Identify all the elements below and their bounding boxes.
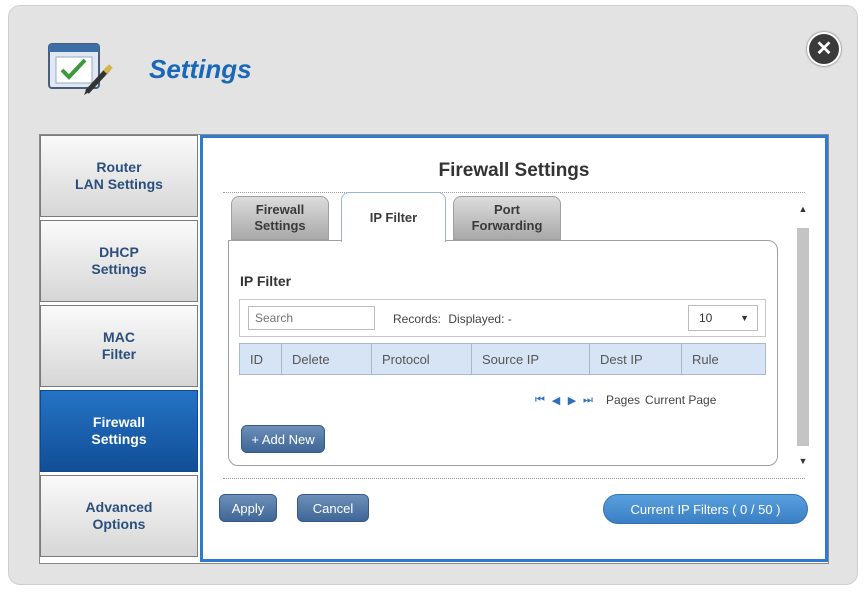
column-id[interactable]: ID bbox=[240, 344, 282, 374]
dialog-header: Settings ✕ bbox=[9, 6, 857, 126]
sidebar-item-advanced-options[interactable]: Advanced Options bbox=[40, 475, 198, 557]
pagination: ⏮ ◀ ▶ ⏭ Pages Current Page bbox=[532, 393, 716, 407]
table-toolbar: Records: Displayed: - 10 ▼ bbox=[239, 299, 766, 337]
sidebar-item-mac-filter[interactable]: MAC Filter bbox=[40, 305, 198, 387]
add-new-button[interactable]: + Add New bbox=[241, 425, 325, 453]
tab-port-forwarding[interactable]: Port Forwarding bbox=[453, 196, 561, 240]
ip-filter-title: IP Filter bbox=[240, 273, 292, 289]
pages-label: Pages bbox=[606, 393, 641, 407]
current-ip-filters-button[interactable]: Current IP Filters ( 0 / 50 ) bbox=[603, 494, 808, 524]
scrollbar-thumb[interactable] bbox=[797, 228, 809, 446]
scrollbar[interactable]: ▲ ▼ bbox=[796, 202, 810, 472]
apply-button[interactable]: Apply bbox=[219, 494, 277, 522]
scroll-up-icon[interactable]: ▲ bbox=[796, 202, 810, 216]
page-title: Settings bbox=[149, 54, 252, 84]
sidebar-item-router-lan-settings[interactable]: Router LAN Settings bbox=[40, 135, 198, 217]
content-area: Firewall Settings Firewall Settings IP F… bbox=[200, 135, 828, 562]
table-header: ID Delete Protocol Source IP Dest IP Rul… bbox=[239, 343, 766, 375]
tab-firewall-settings[interactable]: Firewall Settings bbox=[231, 196, 329, 240]
settings-checklist-icon bbox=[47, 40, 117, 100]
first-page-icon[interactable]: ⏮ bbox=[532, 394, 548, 407]
settings-dialog: Settings ✕ Router LAN Settings DHCP Sett… bbox=[8, 5, 858, 585]
cancel-button[interactable]: Cancel bbox=[297, 494, 369, 522]
column-delete[interactable]: Delete bbox=[282, 344, 372, 374]
next-page-icon[interactable]: ▶ bbox=[564, 394, 580, 407]
records-label: Records: bbox=[393, 312, 442, 326]
search-input[interactable] bbox=[248, 306, 375, 330]
column-dest-ip[interactable]: Dest IP bbox=[590, 344, 682, 374]
records-displayed: Displayed: - bbox=[448, 312, 512, 326]
last-page-icon[interactable]: ⏭ bbox=[580, 394, 596, 407]
sidebar-item-firewall-settings[interactable]: Firewall Settings bbox=[40, 390, 198, 472]
current-page-label: Current Page bbox=[645, 393, 717, 407]
settings-panel: Router LAN Settings DHCP Settings MAC Fi… bbox=[39, 134, 829, 564]
column-protocol[interactable]: Protocol bbox=[372, 344, 472, 374]
divider bbox=[223, 478, 805, 479]
chevron-down-icon: ▼ bbox=[740, 313, 749, 323]
section-heading: Firewall Settings bbox=[438, 160, 590, 181]
records-info: Records: Displayed: - bbox=[393, 312, 516, 326]
tab-ip-filter[interactable]: IP Filter bbox=[341, 192, 446, 242]
page-size-select[interactable]: 10 ▼ bbox=[688, 305, 758, 331]
sidebar-item-dhcp-settings[interactable]: DHCP Settings bbox=[40, 220, 198, 302]
column-source-ip[interactable]: Source IP bbox=[472, 344, 590, 374]
ip-filter-box: IP Filter Records: Displayed: - 10 ▼ ID … bbox=[228, 240, 778, 466]
column-rule[interactable]: Rule bbox=[682, 344, 765, 374]
scroll-down-icon[interactable]: ▼ bbox=[796, 454, 810, 468]
prev-page-icon[interactable]: ◀ bbox=[548, 394, 564, 407]
page-size-value: 10 bbox=[699, 311, 713, 325]
divider bbox=[223, 192, 805, 193]
sidebar: Router LAN Settings DHCP Settings MAC Fi… bbox=[40, 135, 200, 563]
close-icon[interactable]: ✕ bbox=[807, 32, 841, 66]
